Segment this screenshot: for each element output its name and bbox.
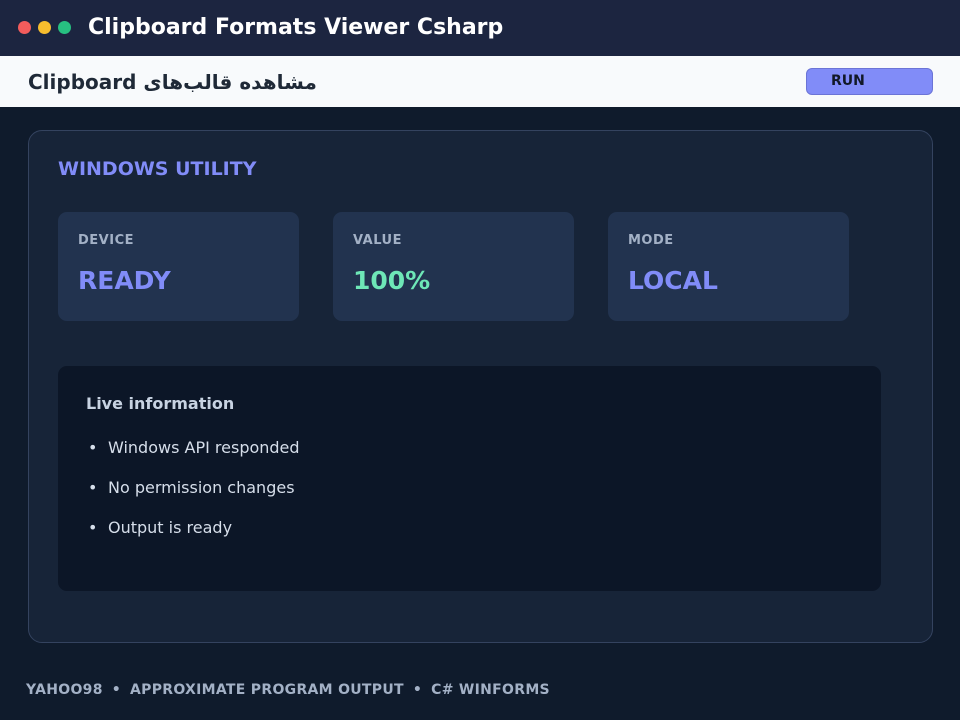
live-information-box: Live information • Windows API responded … (58, 366, 881, 591)
section-title: WINDOWS UTILITY (58, 158, 257, 180)
app-header: Clipboard مشاهده قالب‌های RUN (0, 56, 960, 107)
close-window-button[interactable] (18, 21, 31, 34)
main-panel: WINDOWS UTILITY DEVICE READY VALUE 100% … (28, 130, 933, 643)
maximize-window-button[interactable] (58, 21, 71, 34)
stat-value: READY (78, 266, 171, 295)
list-item-text: No permission changes (108, 478, 295, 497)
bullet: • (88, 518, 98, 537)
footer-author: YAHOO98 (26, 682, 103, 698)
list-item-text: Windows API responded (108, 438, 300, 457)
list-item: • Output is ready (88, 518, 232, 538)
minimize-window-button[interactable] (38, 21, 51, 34)
footer-description: APPROXIMATE PROGRAM OUTPUT (130, 682, 404, 698)
stat-card-mode: MODE LOCAL (608, 212, 849, 321)
page-title: Clipboard مشاهده قالب‌های (28, 70, 317, 94)
footer-technology: C# WINFORMS (431, 682, 550, 698)
bullet: • (88, 438, 98, 457)
footer-separator: • (412, 682, 423, 698)
list-item: • Windows API responded (88, 438, 300, 458)
stat-value: LOCAL (628, 266, 718, 295)
stat-card-value: VALUE 100% (333, 212, 574, 321)
stat-label: MODE (628, 233, 674, 248)
bullet: • (88, 478, 98, 497)
stat-value: 100% (353, 266, 431, 295)
run-button[interactable]: RUN (806, 68, 933, 95)
stat-card-device: DEVICE READY (58, 212, 299, 321)
stat-label: VALUE (353, 233, 402, 248)
window-title: Clipboard Formats Viewer Csharp (88, 15, 504, 40)
footer-separator: • (111, 682, 121, 698)
stat-label: DEVICE (78, 233, 134, 248)
info-title: Live information (86, 394, 235, 413)
list-item-text: Output is ready (108, 518, 233, 537)
list-item: • No permission changes (88, 478, 295, 498)
title-bar: Clipboard Formats Viewer Csharp (0, 0, 960, 56)
footer: YAHOO98 • APPROXIMATE PROGRAM OUTPUT • C# WI… (26, 681, 550, 699)
